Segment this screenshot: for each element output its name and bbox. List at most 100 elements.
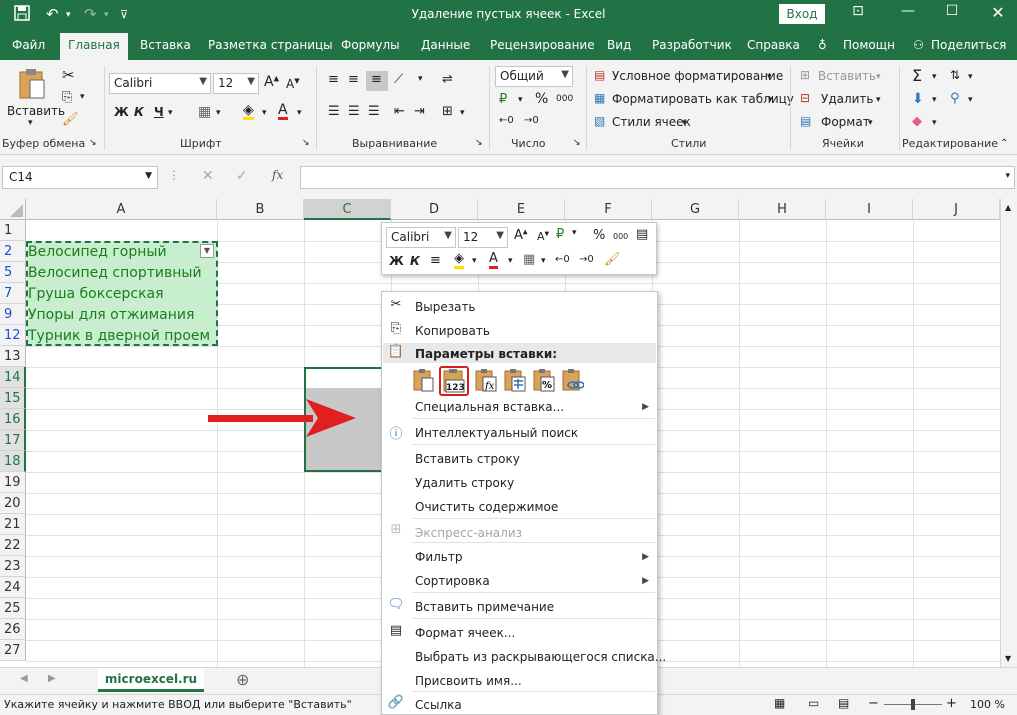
thousands-button[interactable]: 000 [556,94,573,104]
row-header-17[interactable]: 17 [0,430,26,451]
clipboard-launcher-icon[interactable]: ↘ [89,138,97,148]
mini-borders-icon[interactable]: ▦ [523,252,535,267]
mini-font-color-icon[interactable]: A [489,252,498,269]
cancel-entry-icon[interactable]: ✕ [202,168,214,184]
number-launcher-icon[interactable]: ↘ [573,138,581,148]
tab-view[interactable]: Вид [607,38,631,52]
column-header-b[interactable]: B [217,199,304,220]
increase-decimal-icon[interactable]: ←0 [499,115,514,126]
row-header-18[interactable]: 18 [0,451,26,472]
row-header-24[interactable]: 24 [0,577,26,598]
lightbulb-icon[interactable]: ♁ [818,38,827,52]
borders-icon[interactable]: ▦ [198,104,211,120]
vertical-scrollbar[interactable]: ▲ ▼ [1000,199,1017,667]
row-header-19[interactable]: 19 [0,472,26,493]
tab-help[interactable]: Справка [747,38,800,52]
find-dropdown-icon[interactable]: ▾ [968,95,973,105]
menu-define-name[interactable]: Присвоить имя... [415,674,522,688]
percent-button[interactable]: % [535,91,548,107]
align-bottom-button[interactable]: ≡ [366,71,388,91]
mini-currency-dropdown-icon[interactable]: ▾ [572,228,577,238]
row-header-15[interactable]: 15 [0,388,26,409]
formula-input[interactable]: ▾ [300,166,1015,189]
row-header-9[interactable]: 9 [0,304,26,325]
normal-view-icon[interactable]: ▦ [774,696,785,710]
format-painter-icon[interactable]: 🖌 [62,112,79,127]
zoom-level[interactable]: 100 % [970,698,1005,711]
tab-tell-me[interactable]: Помощн [843,38,895,52]
font-launcher-icon[interactable]: ↘ [302,138,310,148]
autosum-dropdown-icon[interactable]: ▾ [932,72,937,82]
merge-center-icon[interactable]: ⊞ [442,104,453,119]
row-header-21[interactable]: 21 [0,514,26,535]
font-color-icon[interactable]: A [278,103,288,120]
fill-color-icon[interactable]: ◈ [243,103,254,120]
menu-format-cells[interactable]: Формат ячеек... [415,626,515,640]
scroll-down-icon[interactable]: ▼ [1005,654,1011,663]
fill-icon[interactable]: ⬇ [912,91,924,107]
minimize-icon[interactable]: — [893,3,923,19]
mini-increase-decimal-icon[interactable]: ←0 [555,254,570,265]
decrease-indent-icon[interactable]: ⇤ [394,104,405,119]
sort-dropdown-icon[interactable]: ▾ [968,72,973,82]
decrease-decimal-icon[interactable]: →0 [524,115,539,126]
alignment-launcher-icon[interactable]: ↘ [475,138,483,148]
menu-insert-row[interactable]: Вставить строку [415,452,520,466]
maximize-icon[interactable]: ☐ [937,3,967,19]
cell-styles-icon[interactable]: ▧ [594,114,605,128]
find-select-icon[interactable]: ⚲ [950,91,960,106]
menu-sort[interactable]: Сортировка [415,574,490,588]
mini-font-name[interactable]: Calibri ▼ [386,227,456,248]
underline-button[interactable]: Ч [154,105,164,119]
tab-page-layout[interactable]: Разметка страницы [208,38,333,52]
tab-home[interactable]: Главная [60,33,128,60]
insert-function-button[interactable]: fx [272,168,283,182]
insert-cells-dropdown-icon[interactable]: ▾ [876,72,881,82]
fill-color-dropdown-icon[interactable]: ▾ [262,108,267,118]
next-sheet-icon[interactable]: ▶ [48,673,56,684]
mini-currency-icon[interactable]: ₽ [556,227,564,242]
mini-thousands-button[interactable]: 000 [613,232,628,241]
font-size-combo[interactable]: 12 ▼ [213,73,259,94]
number-format-combo[interactable]: Общий ▼ [495,66,573,87]
column-header-g[interactable]: G [652,199,739,220]
mini-font-size[interactable]: 12 ▼ [458,227,508,248]
row-header-27[interactable]: 27 [0,640,26,661]
format-as-table-button[interactable]: Форматировать как таблицу [612,92,794,106]
formula-bar-grip-icon[interactable]: ⋮ [168,168,180,182]
page-layout-view-icon[interactable]: ▭ [808,696,819,710]
confirm-entry-icon[interactable]: ✓ [236,168,248,184]
wrap-text-icon[interactable]: ⇌ [442,72,453,87]
mini-font-color-dropdown-icon[interactable]: ▾ [508,256,513,266]
italic-button[interactable]: К [134,105,144,119]
align-top-icon[interactable]: ≡ [328,72,339,87]
tab-file[interactable]: Файл [12,38,45,52]
align-center-icon[interactable]: ☰ [348,104,360,119]
mini-align-center-icon[interactable]: ≡ [430,253,441,268]
paste-formulas-button[interactable]: fx [472,366,500,394]
add-sheet-icon[interactable]: ⊕ [236,670,249,689]
ribbon-display-icon[interactable]: ⊡ [843,3,873,19]
prev-sheet-icon[interactable]: ◀ [20,673,28,684]
borders-dropdown-icon[interactable]: ▾ [216,108,221,118]
insert-cells-button[interactable]: Вставить [818,69,876,83]
close-icon[interactable]: ✕ [983,3,1013,22]
menu-filter[interactable]: Фильтр [415,550,462,564]
conditional-format-icon[interactable]: ▤ [594,68,605,82]
mini-percent-button[interactable]: % [593,228,605,243]
mini-increase-font-icon[interactable]: A▲ [514,228,528,243]
scroll-up-icon[interactable]: ▲ [1005,203,1011,212]
page-break-view-icon[interactable]: ▤ [838,696,849,710]
conditional-dropdown-icon[interactable]: ▾ [767,72,772,82]
orientation-dropdown-icon[interactable]: ▾ [418,74,423,84]
row-header-23[interactable]: 23 [0,556,26,577]
column-header-d[interactable]: D [391,199,478,220]
menu-paste-special[interactable]: Специальная вставка... [415,400,564,414]
row-header-14[interactable]: 14 [0,367,26,388]
cell-styles-dropdown-icon[interactable]: ▾ [682,118,687,128]
name-box[interactable]: C14 ▼ [2,166,158,189]
row-header-25[interactable]: 25 [0,598,26,619]
tab-formulas[interactable]: Формулы [341,38,400,52]
filter-dropdown-icon[interactable]: ▼ [200,244,214,258]
column-header-i[interactable]: I [826,199,913,220]
